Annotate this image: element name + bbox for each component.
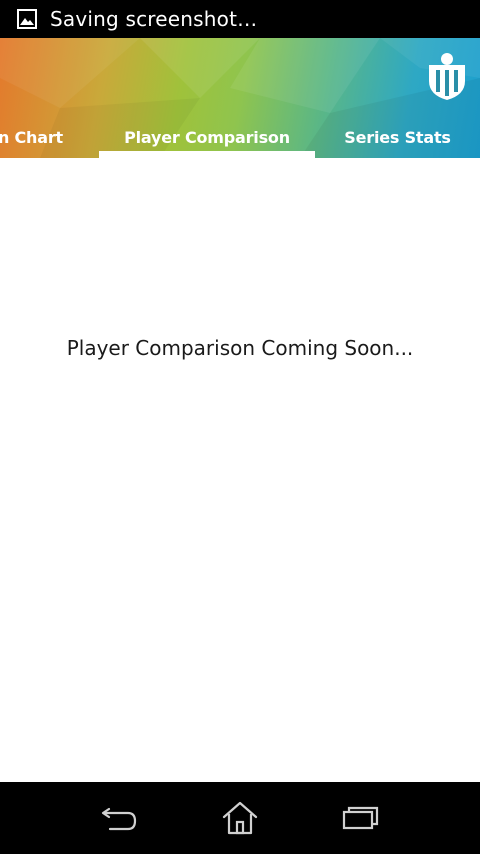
tab-label: Scan Chart — [0, 127, 63, 147]
home-icon[interactable] — [210, 796, 270, 840]
selected-tab-indicator — [99, 151, 315, 158]
team-crest-icon — [426, 51, 468, 101]
main-content: Player Comparison Coming Soon... — [0, 158, 480, 782]
coming-soon-message: Player Comparison Coming Soon... — [66, 336, 414, 360]
tab-label: Player Comparison — [124, 127, 290, 147]
tab-series-stats[interactable]: Series Stats — [315, 116, 480, 158]
navigation-bar — [0, 782, 480, 854]
notification-text: Saving screenshot… — [50, 7, 258, 31]
status-bar: Saving screenshot… — [0, 0, 480, 38]
image-icon — [16, 8, 38, 30]
app-header: Scan Chart Player Comparison Series Stat… — [0, 38, 480, 158]
tab-bar: Scan Chart Player Comparison Series Stat… — [0, 116, 480, 158]
tab-label: Series Stats — [344, 127, 451, 147]
recent-apps-icon[interactable] — [330, 796, 390, 840]
back-arrow-icon[interactable] — [90, 796, 150, 840]
tab-scan-chart[interactable]: Scan Chart — [0, 116, 99, 158]
